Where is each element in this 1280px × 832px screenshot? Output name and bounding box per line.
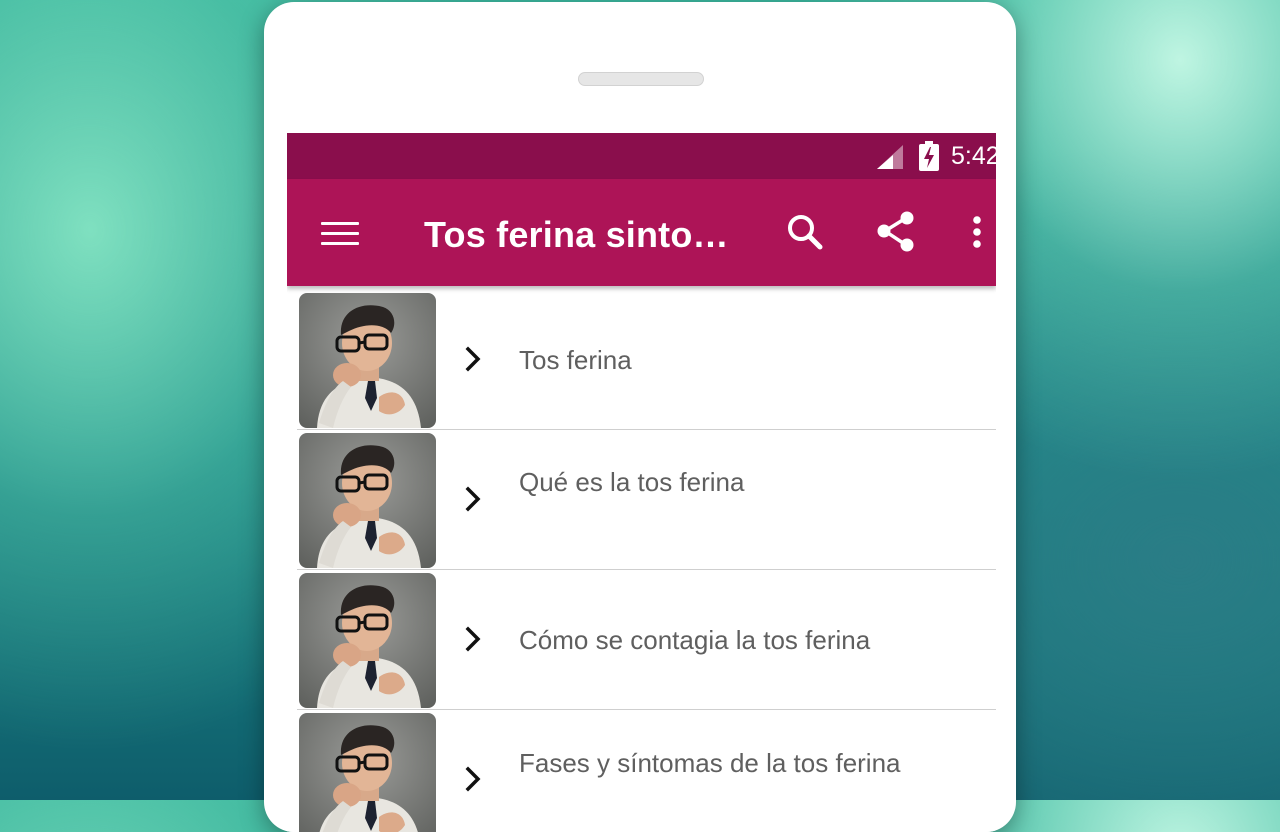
- phone-speaker: [578, 72, 704, 86]
- list-item-label: Qué es la tos ferina: [519, 467, 745, 497]
- list-item-4[interactable]: Fases y síntomas de la tos ferina: [297, 710, 996, 832]
- topic-list: Tos ferina Qué es la tos ferina Cómo se …: [297, 290, 996, 832]
- search-icon[interactable]: [780, 207, 830, 257]
- battery-charging-icon: [919, 141, 939, 171]
- toolbar-title: Tos ferina sinto…: [424, 214, 729, 255]
- chevron-right-icon: [465, 626, 481, 652]
- phone-frame: 5:42 Tos ferina sinto… Tos ferina Qué es…: [264, 2, 1016, 832]
- list-item-1[interactable]: Tos ferina: [297, 290, 996, 430]
- signal-icon: [877, 145, 903, 169]
- list-item-2[interactable]: Qué es la tos ferina: [297, 430, 996, 570]
- share-icon[interactable]: [872, 207, 922, 257]
- status-bar: 5:42: [287, 133, 996, 179]
- man-coughing-image: [299, 433, 436, 568]
- list-item-label: Fases y síntomas de la tos ferina: [519, 748, 901, 778]
- list-item-label: Cómo se contagia la tos ferina: [519, 625, 871, 655]
- menu-icon[interactable]: [321, 219, 359, 247]
- app-screen: 5:42 Tos ferina sinto… Tos ferina Qué es…: [287, 133, 996, 832]
- more-vert-icon[interactable]: [952, 207, 996, 257]
- list-item-label: Tos ferina: [519, 345, 632, 375]
- man-coughing-image: [299, 293, 436, 428]
- app-toolbar: Tos ferina sinto…: [287, 179, 996, 286]
- man-coughing-image: [299, 713, 436, 832]
- list-item-3[interactable]: Cómo se contagia la tos ferina: [297, 570, 996, 710]
- chevron-right-icon: [465, 766, 481, 792]
- chevron-right-icon: [465, 486, 481, 512]
- chevron-right-icon: [465, 346, 481, 372]
- status-time: 5:42: [951, 142, 996, 170]
- man-coughing-image: [299, 573, 436, 708]
